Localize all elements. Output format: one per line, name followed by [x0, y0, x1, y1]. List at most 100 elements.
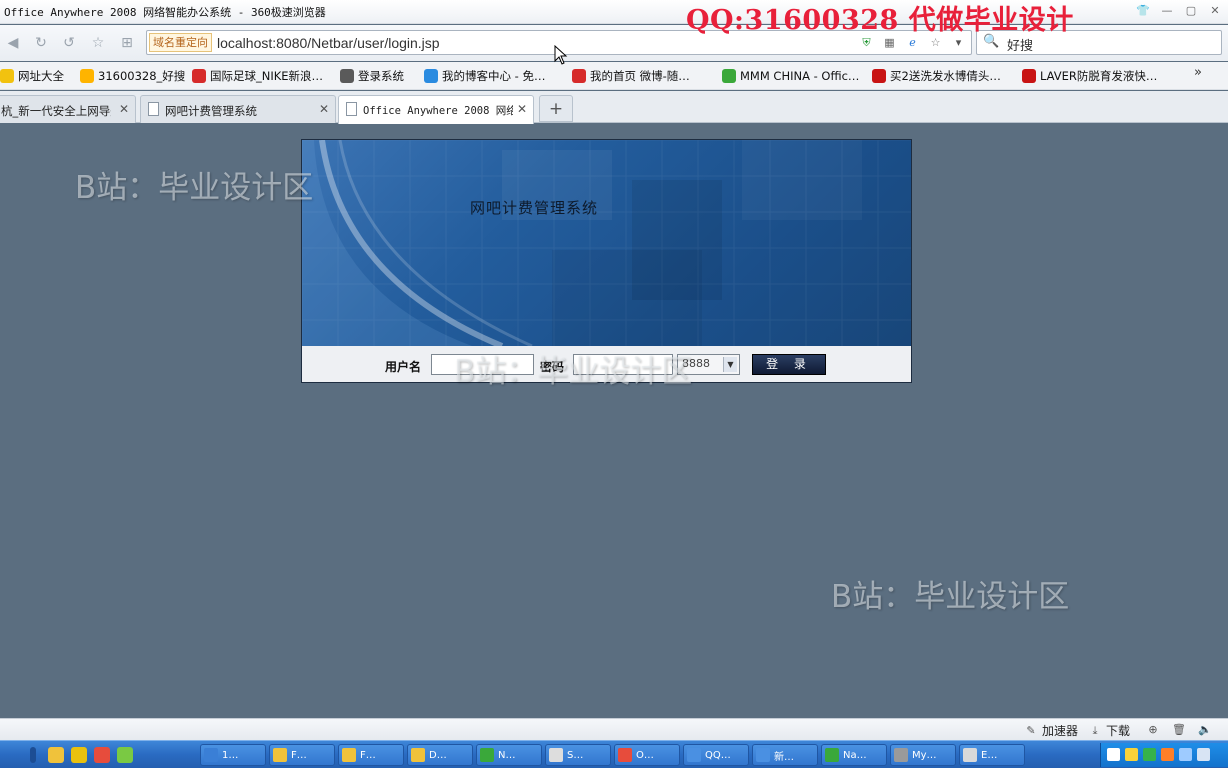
taskbar-app-icon: [411, 748, 425, 762]
qq-overlay-text: QQ:31600328 代做毕业设计: [686, 5, 1074, 36]
close-button[interactable]: ✕: [1206, 2, 1224, 18]
tab-netbar[interactable]: 网吧计费管理系统 ✕: [140, 95, 336, 123]
star-icon[interactable]: ☆: [89, 34, 107, 52]
page-icon: [346, 102, 357, 116]
taskbar-item[interactable]: S…: [545, 744, 611, 766]
taskbar-item[interactable]: F…: [269, 744, 335, 766]
taskbar-item-label: N…: [498, 749, 516, 761]
accelerator-icon: ✎: [1026, 724, 1036, 737]
volume-icon[interactable]: 🔈: [1198, 722, 1212, 736]
taskbar-item[interactable]: 1…: [200, 744, 266, 766]
taskbar-item-label: S…: [567, 749, 584, 761]
taskbar-item-label: My…: [912, 749, 937, 761]
minimize-button[interactable]: —: [1158, 2, 1176, 18]
close-icon[interactable]: ✕: [319, 102, 329, 116]
close-icon[interactable]: ✕: [517, 102, 527, 116]
bookmark-item[interactable]: 我的首页 微博-随…: [572, 66, 690, 86]
taskbar-app-icon: [480, 748, 494, 762]
tab-label: Office Anywhere 2008 网络: [363, 105, 513, 117]
trash-icon[interactable]: 🗑: [1172, 722, 1186, 736]
folder-icon[interactable]: [48, 747, 64, 763]
download-button[interactable]: ⤓ 下载: [1088, 722, 1130, 739]
taskbar-item[interactable]: F…: [338, 744, 404, 766]
taskbar-item[interactable]: N…: [476, 744, 542, 766]
redirect-tag[interactable]: 域名重定向: [149, 33, 212, 52]
chevron-down-icon[interactable]: ▼: [723, 357, 737, 372]
bookmark-label: 我的首页 微博-随…: [590, 69, 690, 83]
taskbar-item[interactable]: My…: [890, 744, 956, 766]
taskbar-item-label: 新…: [774, 751, 794, 763]
shirt-icon[interactable]: 👕: [1134, 2, 1152, 18]
zoom-icon[interactable]: ⊕: [1146, 722, 1160, 736]
bookmark-label: 买2送洗发水博倩头…: [890, 69, 1001, 83]
download-icon: ⤓: [1092, 723, 1098, 737]
taskbar-item[interactable]: QQ…: [683, 744, 749, 766]
url-text[interactable]: localhost:8080/Netbar/user/login.jsp: [217, 35, 440, 51]
login-button[interactable]: 登 录: [752, 354, 826, 375]
tray-security-icon[interactable]: [1161, 748, 1174, 761]
login-banner: 网吧计费管理系统: [302, 140, 911, 346]
taskbar-item[interactable]: E…: [959, 744, 1025, 766]
bookmark-item[interactable]: 登录系统: [340, 66, 404, 86]
maximize-button[interactable]: ▢: [1182, 2, 1200, 18]
taskbar-app-icon: [894, 748, 908, 762]
taskbar-app-icon: [549, 748, 563, 762]
tab-bar: 杭_新一代安全上网导航 ✕ 网吧计费管理系统 ✕ Office Anywhere…: [0, 91, 1228, 124]
new-tab-button[interactable]: +: [539, 95, 573, 122]
taskbar-item[interactable]: 新…: [752, 744, 818, 766]
back-icon[interactable]: ◀: [4, 34, 22, 52]
navigator-icon[interactable]: [71, 747, 87, 763]
tray-arrow-icon[interactable]: [1107, 748, 1120, 761]
bookmark-icon: [192, 69, 206, 83]
taskbar-app-icon: [342, 748, 356, 762]
bookmark-icon: [1022, 69, 1036, 83]
bookmark-label: LAVER防脱育发液快…: [1040, 69, 1158, 83]
undo-icon[interactable]: ↺: [60, 34, 78, 52]
taskbar-item[interactable]: Na…: [821, 744, 887, 766]
tray-volume-icon[interactable]: [1197, 748, 1210, 761]
bookmark-icon: [80, 69, 94, 83]
watermark: B站：毕业设计区: [454, 354, 693, 390]
accelerator-label: 加速器: [1042, 724, 1079, 738]
taskbar-app-icon: [687, 748, 701, 762]
taskbar-item[interactable]: D…: [407, 744, 473, 766]
download-label: 下载: [1106, 724, 1131, 738]
taskbar-app-icon: [756, 748, 770, 762]
media-icon[interactable]: [117, 747, 133, 763]
window-controls: 👕 — ▢ ✕: [1134, 2, 1224, 18]
taskbar-item[interactable]: O…: [614, 744, 680, 766]
tray-qq-icon[interactable]: [1143, 748, 1156, 761]
tab-office-anywhere[interactable]: Office Anywhere 2008 网络 ✕: [338, 95, 534, 124]
bookmark-item[interactable]: 我的博客中心 - 免…: [424, 66, 545, 86]
bookmark-icon: [0, 69, 14, 83]
bookmark-icon: [340, 69, 354, 83]
taskbar-item-label: 1…: [222, 749, 239, 761]
bookmarks-more-icon[interactable]: »: [1194, 65, 1202, 80]
tray-app-icon[interactable]: [1125, 748, 1138, 761]
bookmark-item[interactable]: 买2送洗发水博倩头…: [872, 66, 1001, 86]
close-icon[interactable]: ✕: [119, 102, 129, 116]
bookmark-item[interactable]: LAVER防脱育发液快…: [1022, 66, 1157, 86]
apps-icon[interactable]: ⊞: [118, 34, 136, 52]
taskbar-item-label: F…: [291, 749, 307, 761]
page-icon: [148, 102, 159, 116]
refresh-icon[interactable]: ↻: [32, 34, 50, 52]
bookmark-item[interactable]: MMM CHINA - Offic…: [722, 66, 859, 86]
taskbar-app-icon: [204, 748, 218, 762]
chrome-icon[interactable]: [94, 747, 110, 763]
tab-label: 杭_新一代安全上网导航: [1, 104, 111, 118]
system-title: 网吧计费管理系统: [470, 199, 599, 217]
window-title: Office Anywhere 2008 网络智能办公系统 - 360极速浏览器: [4, 6, 326, 19]
bookmark-item[interactable]: 31600328_好搜: [80, 66, 185, 86]
taskbar-app-icon: [825, 748, 839, 762]
bookmark-item[interactable]: 国际足球_NIKE新浪…: [192, 66, 323, 86]
bookmark-icon: [572, 69, 586, 83]
tray-network-icon[interactable]: [1179, 748, 1192, 761]
taskbar-app-icon: [273, 748, 287, 762]
banner-graphic: [302, 140, 911, 346]
tab-safe-nav[interactable]: 杭_新一代安全上网导航 ✕: [0, 95, 136, 123]
windows-taskbar: 1… F… F… D… N… S… O… QQ… 新… Na… My… E…: [0, 740, 1228, 768]
bookmark-item[interactable]: 网址大全: [0, 66, 64, 86]
bookmarks-bar: 网址大全 31600328_好搜 国际足球_NIKE新浪… 登录系统 我的博客中心 - …: [0, 62, 1228, 90]
accelerator-button[interactable]: ✎ 加速器: [1024, 722, 1078, 739]
